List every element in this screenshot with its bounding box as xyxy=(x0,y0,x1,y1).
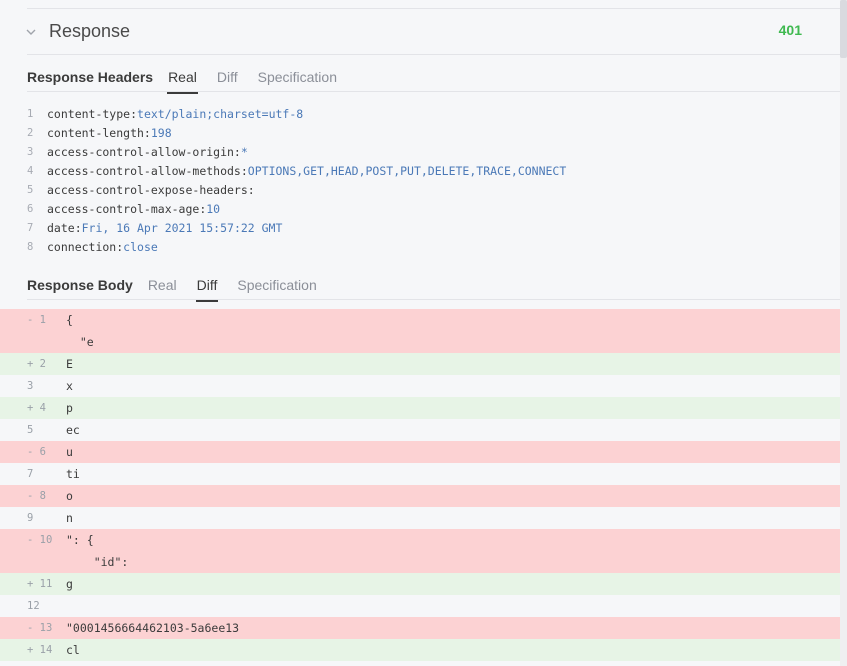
diff-line-added: + 2 E xyxy=(0,353,840,375)
line-marker: 3 xyxy=(27,380,34,392)
line-number: 8 xyxy=(27,240,34,253)
line-text: ec xyxy=(66,423,80,437)
line-marker: + 4 xyxy=(27,402,46,414)
line-number: 5 xyxy=(27,183,34,196)
line-marker: - 1 xyxy=(27,314,46,326)
line-marker: 9 xyxy=(27,512,34,524)
header-value: * xyxy=(240,144,248,159)
line-text: o xyxy=(66,489,73,503)
line-number: 3 xyxy=(27,145,34,158)
line-marker: - 6 xyxy=(27,446,46,458)
line-text: g xyxy=(66,577,73,591)
response-panel: Response 401 Response Headers Real Diff … xyxy=(0,0,840,666)
header-key: date: xyxy=(47,220,82,235)
diff-line-added: + 4 p xyxy=(0,397,840,419)
header-value: 198 xyxy=(150,125,172,140)
divider xyxy=(27,54,840,55)
diff-line: 12 xyxy=(0,595,840,617)
line-marker: 7 xyxy=(27,468,34,480)
tab-body-real[interactable]: Real xyxy=(148,277,177,298)
header-line: 3 access-control-allow-origin: * xyxy=(0,142,840,161)
tab-body-specification[interactable]: Specification xyxy=(237,277,316,298)
diff-line-removed: - 6 u xyxy=(0,441,840,463)
line-text: u xyxy=(66,445,73,459)
line-number: 1 xyxy=(27,107,34,120)
line-marker: - 10 xyxy=(27,534,53,546)
header-key: access-control-expose-headers: xyxy=(47,182,255,197)
header-line: 7 date: Fri, 16 Apr 2021 15:57:22 GMT xyxy=(0,218,840,237)
line-number: 6 xyxy=(27,202,34,215)
diff-line: 3x xyxy=(0,375,840,397)
body-label: Response Body xyxy=(27,277,133,293)
line-text: ": { "id": xyxy=(66,533,129,569)
header-value: Fri, 16 Apr 2021 15:57:22 GMT xyxy=(81,220,283,235)
header-key: connection: xyxy=(47,239,124,254)
diff-line: 7 ti xyxy=(0,463,840,485)
diff-line-removed: - 1 { "e xyxy=(0,309,840,353)
line-marker: + 14 xyxy=(27,644,53,656)
line-text: cl xyxy=(66,643,80,657)
line-text: p xyxy=(66,401,73,415)
headers-code-view: 1 content-type: text/plain;charset=utf-8 2… xyxy=(0,104,840,256)
status-code-badge: 401 xyxy=(778,22,802,38)
tab-headers-diff[interactable]: Diff xyxy=(217,69,238,90)
header-line: 5 access-control-expose-headers: xyxy=(0,180,840,199)
headers-label: Response Headers xyxy=(27,69,154,85)
line-marker: + 11 xyxy=(27,578,53,590)
tab-body-diff[interactable]: Diff xyxy=(195,277,219,302)
header-line: 8 connection: close xyxy=(0,237,840,256)
body-diff-view: - 1{ "e + 2E 3x + 4p 5 ec - 6u 7 ti - 8o 9… xyxy=(0,309,840,661)
header-line: 2 content-length: 198 xyxy=(0,123,840,142)
header-value: text/plain;charset=utf-8 xyxy=(137,106,304,121)
chevron-down-icon[interactable] xyxy=(24,25,38,39)
header-value: OPTIONS,GET,HEAD,POST,PUT,DELETE,TRACE,C… xyxy=(247,163,567,178)
line-marker: + 2 xyxy=(27,358,46,370)
response-section-header[interactable]: Response 401 xyxy=(0,9,840,55)
scrollbar[interactable] xyxy=(840,0,847,666)
header-key: content-type: xyxy=(47,106,138,121)
header-key: access-control-allow-origin: xyxy=(47,144,241,159)
diff-line-removed: - 8 o xyxy=(0,485,840,507)
scrollbar-thumb[interactable] xyxy=(840,0,847,58)
header-key: access-control-max-age: xyxy=(47,201,207,216)
header-key: access-control-allow-methods: xyxy=(47,163,248,178)
line-number: 2 xyxy=(27,126,34,139)
tab-headers-specification[interactable]: Specification xyxy=(258,69,337,90)
response-title: Response xyxy=(49,21,131,41)
line-text: { "e xyxy=(66,313,94,349)
diff-line: 5 ec xyxy=(0,419,840,441)
line-text: x xyxy=(66,379,73,393)
diff-line: 9n xyxy=(0,507,840,529)
diff-line-removed: - 10 ": { "id": xyxy=(0,529,840,573)
diff-line-added: + 14 cl xyxy=(0,639,840,661)
line-text: n xyxy=(66,511,73,525)
diff-line-removed: - 13 "0001456664462103-5a6ee13 xyxy=(0,617,840,639)
line-marker: - 8 xyxy=(27,490,46,502)
line-text: "0001456664462103-5a6ee13 xyxy=(66,621,240,635)
header-line: 4 access-control-allow-methods: OPTIONS,GE… xyxy=(0,161,840,180)
line-number: 7 xyxy=(27,221,34,234)
line-text: ti xyxy=(66,467,80,481)
line-marker: - 13 xyxy=(27,622,53,634)
header-value: close xyxy=(123,239,158,254)
divider xyxy=(27,299,840,300)
divider xyxy=(27,91,840,92)
diff-line-added: + 11 g xyxy=(0,573,840,595)
line-marker: 12 xyxy=(27,600,40,612)
header-line: 6 access-control-max-age: 10 xyxy=(0,199,840,218)
tab-headers-real[interactable]: Real xyxy=(167,69,198,94)
header-key: content-length: xyxy=(47,125,151,140)
line-text: E xyxy=(66,357,73,371)
header-line: 1 content-type: text/plain;charset=utf-8 xyxy=(0,104,840,123)
header-value: 10 xyxy=(206,201,221,216)
line-marker: 5 xyxy=(27,424,34,436)
line-number: 4 xyxy=(27,164,34,177)
